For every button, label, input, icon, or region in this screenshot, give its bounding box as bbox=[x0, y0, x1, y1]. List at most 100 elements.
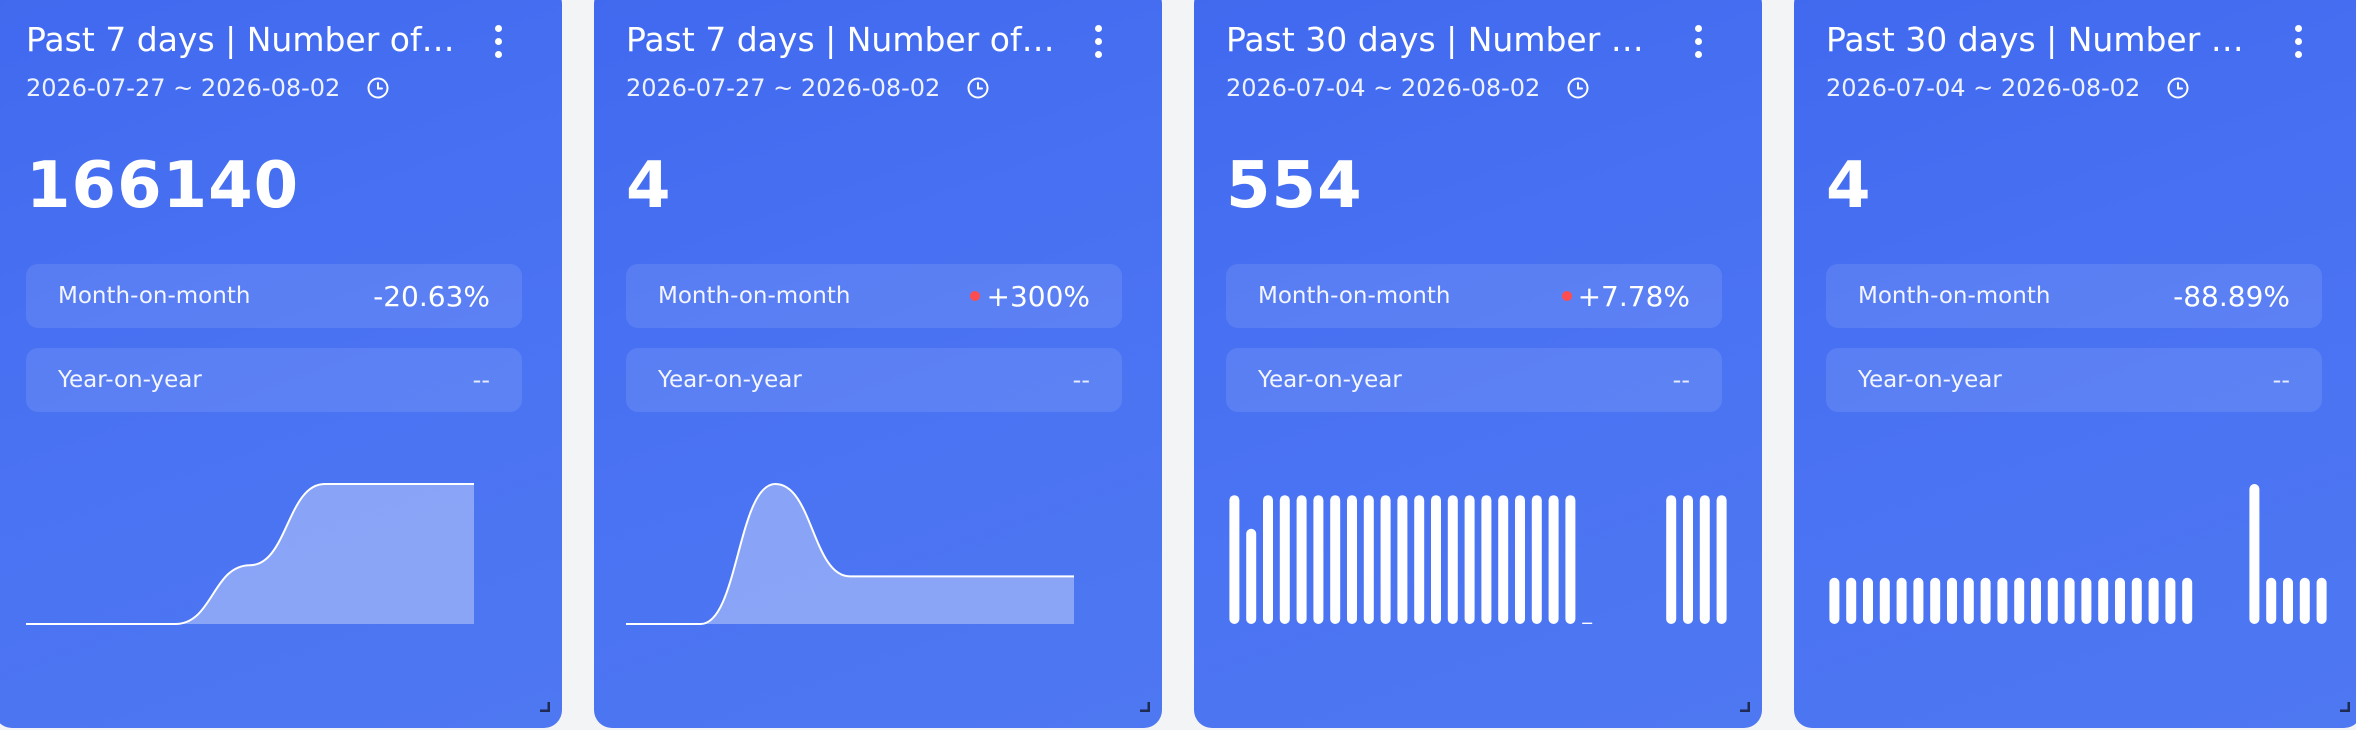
area-fill bbox=[26, 484, 474, 624]
trend-chart bbox=[1829, 484, 2327, 624]
bar bbox=[1515, 495, 1525, 624]
mom-value-text: -20.63% bbox=[373, 279, 490, 313]
bar bbox=[1997, 577, 2008, 624]
mom-label: Month-on-month bbox=[1858, 283, 2051, 309]
mom-value: +300% bbox=[970, 280, 1090, 313]
more-vertical-icon[interactable] bbox=[1084, 20, 1114, 64]
trend-chart bbox=[626, 482, 1075, 625]
yoy-value: -- bbox=[1672, 366, 1690, 394]
date-row: 2026-07-27 ~ 2026-08-02 bbox=[626, 68, 990, 108]
bar bbox=[1481, 495, 1492, 624]
resize-handle-icon[interactable] bbox=[1140, 702, 1150, 712]
metric-card-1: Past 7 days | Number of ... 2026-07-27 ~… bbox=[0, 0, 562, 728]
more-vertical-icon[interactable] bbox=[2284, 20, 2314, 64]
resize-handle-icon[interactable] bbox=[2340, 702, 2350, 712]
yoy-value: -- bbox=[472, 366, 490, 394]
bar bbox=[2064, 577, 2075, 624]
bar bbox=[1414, 495, 1425, 624]
bar bbox=[1879, 577, 1890, 624]
bar bbox=[2047, 577, 2058, 624]
bar bbox=[1330, 495, 1341, 624]
bar bbox=[1863, 577, 1873, 624]
mom-value-text: +7.78% bbox=[1577, 279, 1690, 313]
month-on-month-row: Month-on-month -20.63% bbox=[26, 264, 522, 328]
bar bbox=[1913, 577, 1924, 624]
bar bbox=[1296, 495, 1307, 624]
year-on-year-row: Year-on-year -- bbox=[1226, 348, 1722, 412]
yoy-value: -- bbox=[2272, 366, 2290, 394]
bar bbox=[1829, 577, 1840, 624]
date-range: 2026-07-27 ~ 2026-08-02 bbox=[26, 74, 341, 102]
bar bbox=[1947, 577, 1957, 624]
resize-handle-icon[interactable] bbox=[1740, 702, 1750, 712]
card-title: Past 30 days | Number of... bbox=[1826, 20, 2256, 59]
date-row: 2026-07-04 ~ 2026-08-02 bbox=[1826, 68, 2190, 108]
mom-value: +7.78% bbox=[1561, 279, 1690, 313]
bar bbox=[2249, 484, 2260, 624]
mom-value-text: -88.89% bbox=[2173, 279, 2290, 313]
bar bbox=[1431, 495, 1441, 624]
card-title: Past 7 days | Number of ... bbox=[626, 20, 1056, 59]
yoy-label: Year-on-year bbox=[658, 367, 802, 393]
clock-icon[interactable] bbox=[2166, 76, 2190, 100]
bar bbox=[2115, 577, 2125, 624]
bar bbox=[1699, 495, 1710, 624]
mom-value-text: +300% bbox=[986, 279, 1090, 313]
bar bbox=[2182, 577, 2193, 624]
bar bbox=[1896, 577, 1907, 624]
clock-icon[interactable] bbox=[1566, 76, 1590, 100]
bar bbox=[1846, 577, 1857, 624]
metric-card-3: Past 30 days | Number of... 2026-07-04 ~… bbox=[1194, 0, 1762, 728]
date-range: 2026-07-04 ~ 2026-08-02 bbox=[1226, 74, 1541, 102]
bar bbox=[2165, 577, 2176, 624]
bar bbox=[1666, 495, 1677, 624]
increase-dot bbox=[1561, 291, 1572, 301]
bar bbox=[2031, 577, 2041, 624]
metric-card-2: Past 7 days | Number of ... 2026-07-27 ~… bbox=[594, 0, 1162, 728]
bar bbox=[1548, 495, 1559, 624]
yoy-value: -- bbox=[1072, 366, 1090, 394]
trend-chart bbox=[26, 483, 475, 625]
more-vertical-icon[interactable] bbox=[1684, 20, 1714, 64]
bar bbox=[1347, 495, 1357, 624]
bar bbox=[2316, 577, 2327, 624]
bar bbox=[1447, 495, 1458, 624]
bar bbox=[2131, 577, 2142, 624]
metric-value: 166140 bbox=[26, 149, 300, 223]
card-title: Past 30 days | Number of... bbox=[1226, 20, 1656, 59]
yoy-label: Year-on-year bbox=[58, 367, 202, 393]
mom-label: Month-on-month bbox=[1258, 283, 1451, 309]
bar bbox=[1397, 495, 1408, 624]
bar bbox=[1229, 495, 1240, 624]
clock-icon[interactable] bbox=[366, 76, 390, 100]
bar bbox=[1279, 495, 1290, 624]
card-title: Past 7 days | Number of ... bbox=[26, 20, 456, 59]
resize-handle-icon[interactable] bbox=[540, 702, 550, 712]
bar bbox=[2266, 577, 2277, 624]
metric-value: 554 bbox=[1226, 149, 1363, 223]
bar bbox=[1531, 495, 1542, 624]
date-range: 2026-07-27 ~ 2026-08-02 bbox=[626, 74, 941, 102]
month-on-month-row: Month-on-month +300% bbox=[626, 264, 1122, 328]
bar bbox=[2014, 577, 2025, 624]
bar bbox=[1380, 495, 1391, 624]
bar bbox=[1464, 495, 1475, 624]
yoy-label: Year-on-year bbox=[1858, 367, 2002, 393]
clock-icon[interactable] bbox=[966, 76, 990, 100]
bar bbox=[2283, 577, 2293, 624]
date-row: 2026-07-27 ~ 2026-08-02 bbox=[26, 68, 390, 108]
month-on-month-row: Month-on-month +7.78% bbox=[1226, 264, 1722, 328]
bar bbox=[1683, 495, 1693, 624]
bar bbox=[1980, 577, 1991, 624]
bar bbox=[1565, 495, 1576, 624]
trend-chart bbox=[1229, 495, 1727, 624]
mom-value: -20.63% bbox=[373, 280, 490, 313]
more-vertical-icon[interactable] bbox=[484, 20, 514, 64]
year-on-year-row: Year-on-year -- bbox=[26, 348, 522, 412]
date-range: 2026-07-04 ~ 2026-08-02 bbox=[1826, 74, 2141, 102]
bar bbox=[1930, 577, 1941, 624]
yoy-label: Year-on-year bbox=[1258, 367, 1402, 393]
bar bbox=[1582, 622, 1593, 624]
bar bbox=[2081, 577, 2092, 624]
area-fill bbox=[626, 484, 1074, 624]
